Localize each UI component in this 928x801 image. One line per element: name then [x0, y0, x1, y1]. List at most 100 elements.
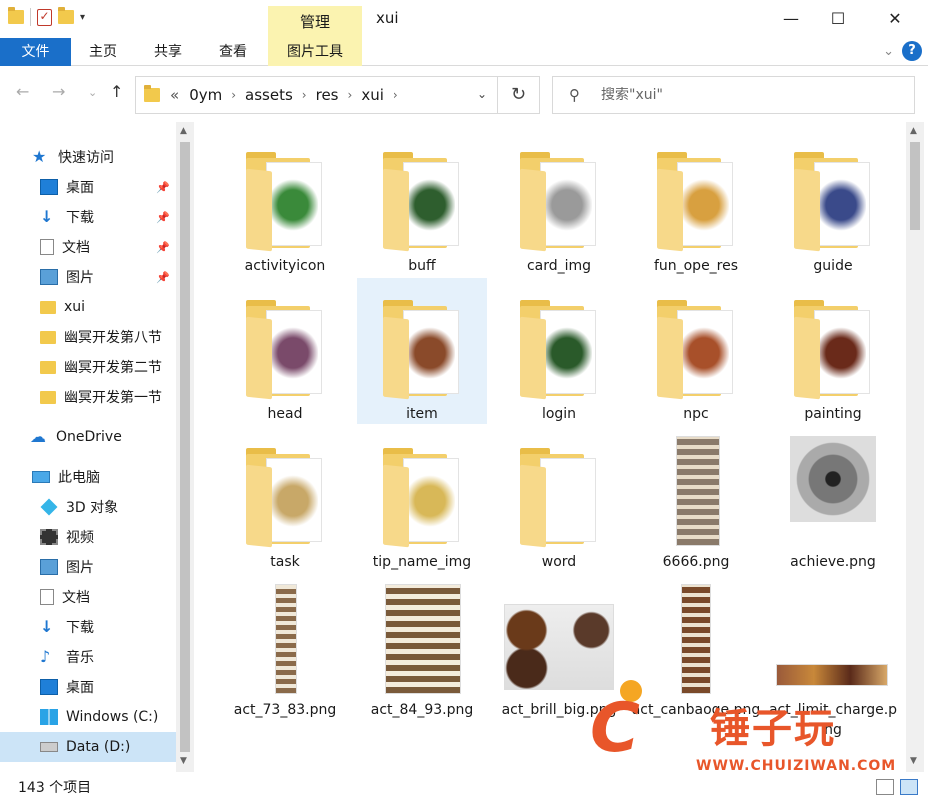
- minimize-button[interactable]: —: [768, 0, 814, 38]
- windows-drive-icon: [40, 709, 58, 725]
- sidebar-scroll-thumb[interactable]: [180, 142, 190, 752]
- sidebar-item[interactable]: 视频: [0, 522, 176, 552]
- scroll-down-icon[interactable]: ▼: [910, 756, 917, 766]
- help-icon[interactable]: ?: [902, 41, 922, 61]
- forward-arrow-icon[interactable]: →: [52, 82, 65, 101]
- sidebar-item[interactable]: ★ 快速访问: [0, 142, 176, 172]
- file-item[interactable]: act_limit_charge.png: [768, 574, 898, 738]
- refresh-button[interactable]: ↻: [498, 76, 540, 114]
- file-item[interactable]: act_73_83.png: [220, 574, 350, 720]
- search-input[interactable]: [601, 87, 901, 103]
- scroll-up-icon[interactable]: ▲: [180, 126, 187, 136]
- sidebar-item[interactable]: 幽冥开发第八节: [0, 322, 176, 352]
- folder-preview-image: [816, 318, 866, 388]
- chevron-right-icon[interactable]: ›: [302, 88, 307, 102]
- sidebar-item[interactable]: 图片: [0, 552, 176, 582]
- file-item[interactable]: npc: [631, 278, 761, 424]
- recent-locations-icon[interactable]: ⌄: [88, 86, 97, 99]
- sidebar-item[interactable]: ↓ 下载 📌: [0, 202, 176, 232]
- breadcrumb-overflow[interactable]: «: [170, 86, 179, 104]
- file-item[interactable]: activityicon: [220, 130, 350, 276]
- file-item[interactable]: 6666.png: [631, 426, 761, 572]
- sidebar-item[interactable]: 文档: [0, 582, 176, 612]
- search-box[interactable]: ⚲: [552, 76, 915, 114]
- chevron-right-icon[interactable]: ›: [393, 88, 398, 102]
- sidebar-item[interactable]: 幽冥开发第二节: [0, 352, 176, 382]
- pin-icon: 📌: [156, 180, 170, 194]
- properties-icon[interactable]: ✓: [37, 8, 52, 26]
- folder-icon[interactable]: [8, 7, 24, 24]
- scroll-up-icon[interactable]: ▲: [910, 126, 917, 136]
- chevron-down-icon[interactable]: ⌄: [477, 87, 487, 101]
- sidebar-item[interactable]: 文档 📌: [0, 232, 176, 262]
- sidebar-item[interactable]: 桌面: [0, 672, 176, 702]
- breadcrumb-res[interactable]: res: [316, 86, 339, 104]
- tab-share[interactable]: 共享: [143, 38, 193, 66]
- tab-file[interactable]: 文件: [0, 38, 71, 66]
- scroll-down-icon[interactable]: ▼: [180, 756, 187, 766]
- chevron-right-icon[interactable]: ›: [231, 88, 236, 102]
- tab-picture-tools[interactable]: 图片工具: [268, 38, 362, 66]
- file-item[interactable]: act_canbaoge.png: [631, 574, 761, 720]
- content-scrollbar[interactable]: ▲ ▼: [906, 122, 924, 772]
- file-item[interactable]: act_brill_big.png: [494, 574, 624, 720]
- up-arrow-icon[interactable]: ↑: [110, 82, 123, 101]
- window-title: xui: [376, 9, 399, 27]
- file-item[interactable]: tip_name_img: [357, 426, 487, 572]
- sidebar-scrollbar[interactable]: ▲ ▼: [176, 122, 194, 772]
- sidebar-item-label: 幽冥开发第一节: [64, 390, 162, 406]
- sidebar-item-label: 下载: [66, 620, 94, 636]
- maximize-button[interactable]: ☐: [815, 0, 861, 38]
- file-item[interactable]: login: [494, 278, 624, 424]
- navigation-bar: ← → ⌄ ↑ « 0ym › assets › res › xui › ⌄ ↻…: [0, 66, 928, 122]
- file-item[interactable]: task: [220, 426, 350, 572]
- details-view-icon[interactable]: [876, 779, 894, 795]
- close-button[interactable]: ✕: [872, 0, 918, 38]
- file-item[interactable]: item: [357, 278, 487, 424]
- sidebar-item[interactable]: Data (D:): [0, 732, 176, 762]
- sidebar-item[interactable]: ↓ 下载: [0, 612, 176, 642]
- image-thumbnail: [504, 604, 614, 690]
- sidebar-item[interactable]: 桌面 📌: [0, 172, 176, 202]
- folder-preview-image: [542, 318, 592, 388]
- sidebar-item[interactable]: ☁ OneDrive: [0, 422, 176, 452]
- file-item[interactable]: act_84_93.png: [357, 574, 487, 720]
- folder-icon: [520, 448, 598, 548]
- breadcrumb-assets[interactable]: assets: [245, 86, 293, 104]
- file-item[interactable]: achieve.png: [768, 426, 898, 572]
- file-name: act_limit_charge.png: [768, 702, 898, 738]
- address-bar[interactable]: « 0ym › assets › res › xui › ⌄: [135, 76, 498, 114]
- sidebar-item[interactable]: 3D 对象: [0, 492, 176, 522]
- sidebar-item[interactable]: 图片 📌: [0, 262, 176, 292]
- file-item[interactable]: guide: [768, 130, 898, 276]
- sidebar-item[interactable]: 此电脑: [0, 462, 176, 492]
- sidebar-item-label: 桌面: [66, 180, 94, 196]
- file-item[interactable]: head: [220, 278, 350, 424]
- sidebar-item[interactable]: Windows (C:): [0, 702, 176, 732]
- folder-preview-image: [268, 466, 318, 536]
- sidebar-item[interactable]: 幽冥开发第一节: [0, 382, 176, 412]
- chevron-right-icon[interactable]: ›: [348, 88, 353, 102]
- customize-toolbar-icon[interactable]: ▾: [80, 12, 85, 23]
- sidebar-item[interactable]: xui: [0, 292, 176, 322]
- back-arrow-icon[interactable]: ←: [16, 82, 29, 101]
- folder-preview-image: [542, 466, 592, 536]
- file-item[interactable]: card_img: [494, 130, 624, 276]
- breadcrumb-xui[interactable]: xui: [361, 86, 384, 104]
- file-item[interactable]: fun_ope_res: [631, 130, 761, 276]
- expand-ribbon-icon[interactable]: ⌄: [883, 44, 894, 59]
- content-scroll-thumb[interactable]: [910, 142, 920, 230]
- file-item[interactable]: painting: [768, 278, 898, 424]
- tab-view[interactable]: 查看: [208, 38, 258, 66]
- large-icons-view-icon[interactable]: [900, 779, 918, 795]
- manage-context-tab[interactable]: 管理: [268, 6, 362, 38]
- folder-icon: [246, 152, 324, 252]
- file-item[interactable]: buff: [357, 130, 487, 276]
- document-icon: [40, 239, 54, 255]
- breadcrumb-0ym[interactable]: 0ym: [189, 86, 222, 104]
- file-item[interactable]: word: [494, 426, 624, 572]
- sidebar-item-label: Data (D:): [66, 739, 131, 755]
- tab-home[interactable]: 主页: [78, 38, 128, 66]
- sidebar-item[interactable]: ♪ 音乐: [0, 642, 176, 672]
- new-folder-icon[interactable]: [58, 7, 74, 24]
